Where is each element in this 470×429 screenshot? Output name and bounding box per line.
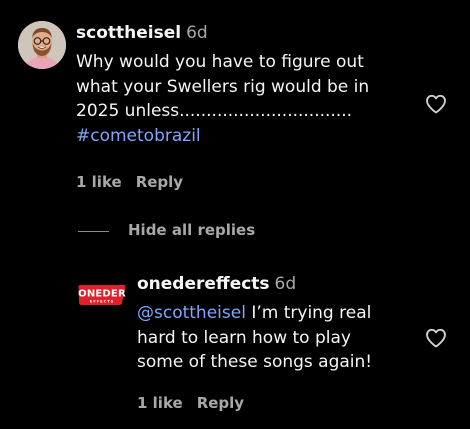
reply-text-line: hard to learn how to play — [137, 327, 351, 348]
reply-reply-button[interactable]: Reply — [197, 394, 244, 412]
reply-time: 6d — [274, 274, 297, 294]
hide-replies-divider — [78, 231, 109, 232]
reply-mention-link[interactable]: @scottheisel — [137, 303, 246, 323]
reply-text-first: I’m trying real — [245, 303, 372, 323]
heart-outline-icon[interactable] — [424, 326, 448, 350]
comment-header: scottheisel 6d — [76, 23, 208, 43]
avatar-onedereffects[interactable]: ONEDER EFFECTS — [77, 284, 127, 306]
comment-actions: 1 like Reply — [76, 173, 183, 191]
reply-like-count[interactable]: 1 like — [137, 394, 183, 412]
avatar-scottheisel[interactable] — [18, 21, 66, 69]
reply-text-line: @scottheisel I’m trying real — [137, 301, 417, 326]
comment-text-line: what your Swellers rig would be in — [76, 76, 370, 97]
comment-username[interactable]: scottheisel — [76, 23, 181, 43]
comment-hashtag-link[interactable]: #cometobrazil — [76, 124, 416, 149]
comment-body: Why would you have to figure out what yo… — [76, 50, 416, 148]
reply-body: @scottheisel I’m trying real hard to lea… — [137, 301, 417, 375]
hide-replies-button[interactable]: Hide all replies — [128, 221, 255, 239]
reply-text-line: some of these songs again! — [137, 352, 373, 372]
logo-text: ONEDER — [78, 289, 126, 300]
reply-header: onedereffects 6d — [137, 274, 296, 294]
comment-time: 6d — [186, 23, 208, 43]
comment-like-count[interactable]: 1 like — [76, 173, 122, 191]
heart-outline-icon[interactable] — [424, 92, 448, 116]
reply-actions: 1 like Reply — [137, 394, 244, 412]
reply-username[interactable]: onedereffects — [137, 274, 270, 294]
comment-text-line: 2025 unless.............................… — [76, 101, 353, 121]
comment-reply-button[interactable]: Reply — [136, 173, 183, 191]
logo-subtext: EFFECTS — [90, 300, 115, 304]
comment-text-line: Why would you have to figure out — [76, 52, 364, 72]
